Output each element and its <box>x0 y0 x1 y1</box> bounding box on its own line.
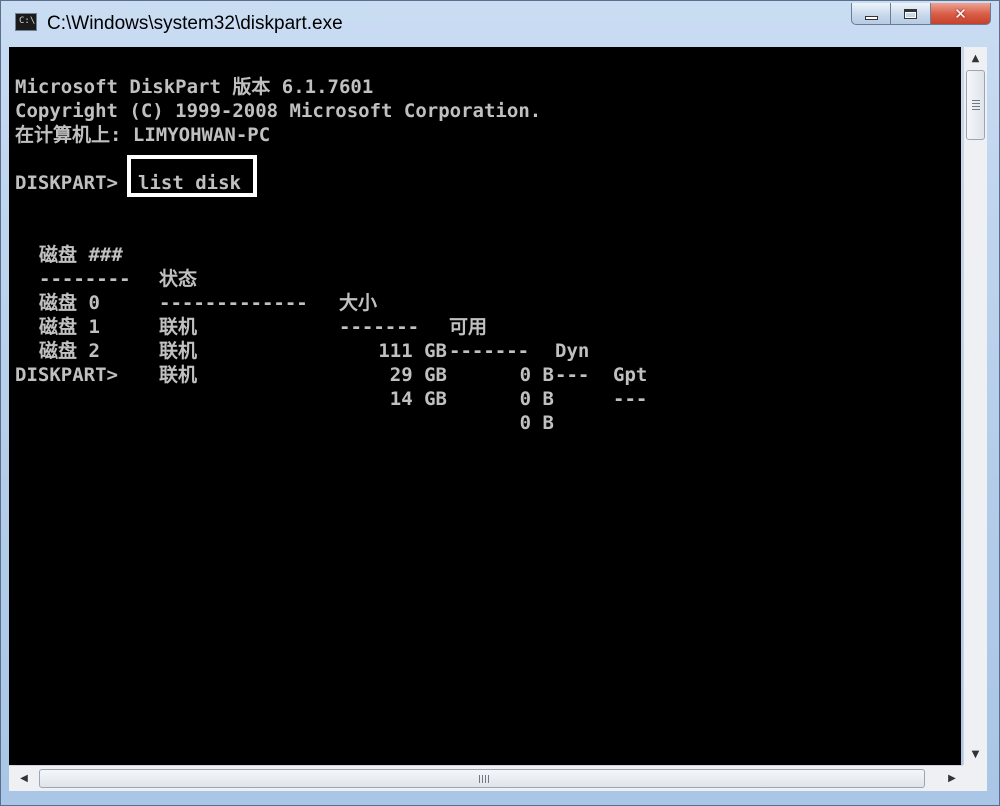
console-output[interactable]: Microsoft DiskPart 版本 6.1.7601 Copyright… <box>9 47 961 765</box>
disk-size: 14 GB <box>389 388 447 410</box>
caption-buttons: ✕ <box>851 3 991 27</box>
grip-line <box>972 109 980 110</box>
sep-gpt: --- <box>613 388 648 410</box>
disk-size: 29 GB <box>389 364 447 386</box>
arrow-up-icon: ▲ <box>971 52 980 64</box>
horizontal-scrollbar[interactable]: ◀ ▶ <box>9 765 963 791</box>
prompt-2: DISKPART> <box>15 364 118 386</box>
arrow-down-icon: ▼ <box>971 748 980 760</box>
grip-line <box>972 106 980 107</box>
minimize-icon <box>864 15 878 20</box>
maximize-icon <box>904 8 917 19</box>
close-button[interactable]: ✕ <box>931 3 991 25</box>
console-app-icon[interactable]: C:\ <box>15 13 37 31</box>
grip-line <box>488 775 489 783</box>
banner-computer: 在计算机上: LIMYOHWAN-PC <box>15 124 271 146</box>
disk-status: 联机 <box>159 340 198 362</box>
table-separator: -------- ------------- ------- ------- -… <box>9 243 709 410</box>
sep-free: ------- <box>449 340 530 362</box>
table-header: 磁盘 ### 状态 大小 可用 Dyn Gpt <box>9 219 709 386</box>
table-row: 磁盘 2 联机 14 GB 0 B <box>9 315 709 434</box>
close-icon: ✕ <box>954 4 967 23</box>
title-bar[interactable]: C:\ C:\Windows\system32\diskpart.exe ✕ <box>1 1 999 47</box>
vertical-scroll-thumb[interactable] <box>966 70 985 140</box>
header-gpt: Gpt <box>613 364 648 386</box>
arrow-right-icon: ▶ <box>948 773 956 784</box>
grip-line <box>482 775 483 783</box>
disk-size: 111 GB <box>378 340 447 362</box>
sep-dyn: --- <box>555 364 590 386</box>
console-window: C:\ C:\Windows\system32\diskpart.exe ✕ M… <box>0 0 1000 806</box>
table-row: 磁盘 1 联机 29 GB 0 B <box>9 291 709 410</box>
disk-free: 0 B <box>519 364 554 386</box>
grip-line <box>479 775 480 783</box>
window-title: C:\Windows\system32\diskpart.exe <box>47 13 343 34</box>
minimize-button[interactable] <box>851 3 891 25</box>
scroll-left-button[interactable]: ◀ <box>13 766 35 791</box>
scrollbar-corner <box>963 765 987 791</box>
disk-name: 磁盘 2 <box>39 340 100 362</box>
disk-free: 0 B <box>519 412 554 434</box>
scroll-right-button[interactable]: ▶ <box>941 766 963 791</box>
arrow-left-icon: ◀ <box>20 773 28 784</box>
scroll-up-button[interactable]: ▲ <box>964 47 987 69</box>
grip-line <box>972 100 980 101</box>
maximize-button[interactable] <box>891 3 931 25</box>
banner-version: Microsoft DiskPart 版本 6.1.7601 <box>15 76 374 98</box>
horizontal-scroll-thumb[interactable] <box>39 769 925 788</box>
command-highlight-box <box>127 155 257 197</box>
grip-line <box>485 775 486 783</box>
banner-copyright: Copyright (C) 1999-2008 Microsoft Corpor… <box>15 100 542 122</box>
table-row: 磁盘 0 联机 111 GB 0 B <box>9 267 709 386</box>
scroll-down-button[interactable]: ▼ <box>964 743 987 765</box>
prompt-1: DISKPART> <box>15 172 118 194</box>
vertical-scrollbar[interactable]: ▲ ▼ <box>963 47 987 765</box>
disk-free: 0 B <box>519 388 554 410</box>
header-dyn: Dyn <box>555 340 590 362</box>
disk-status: 联机 <box>159 364 198 386</box>
grip-line <box>972 103 980 104</box>
